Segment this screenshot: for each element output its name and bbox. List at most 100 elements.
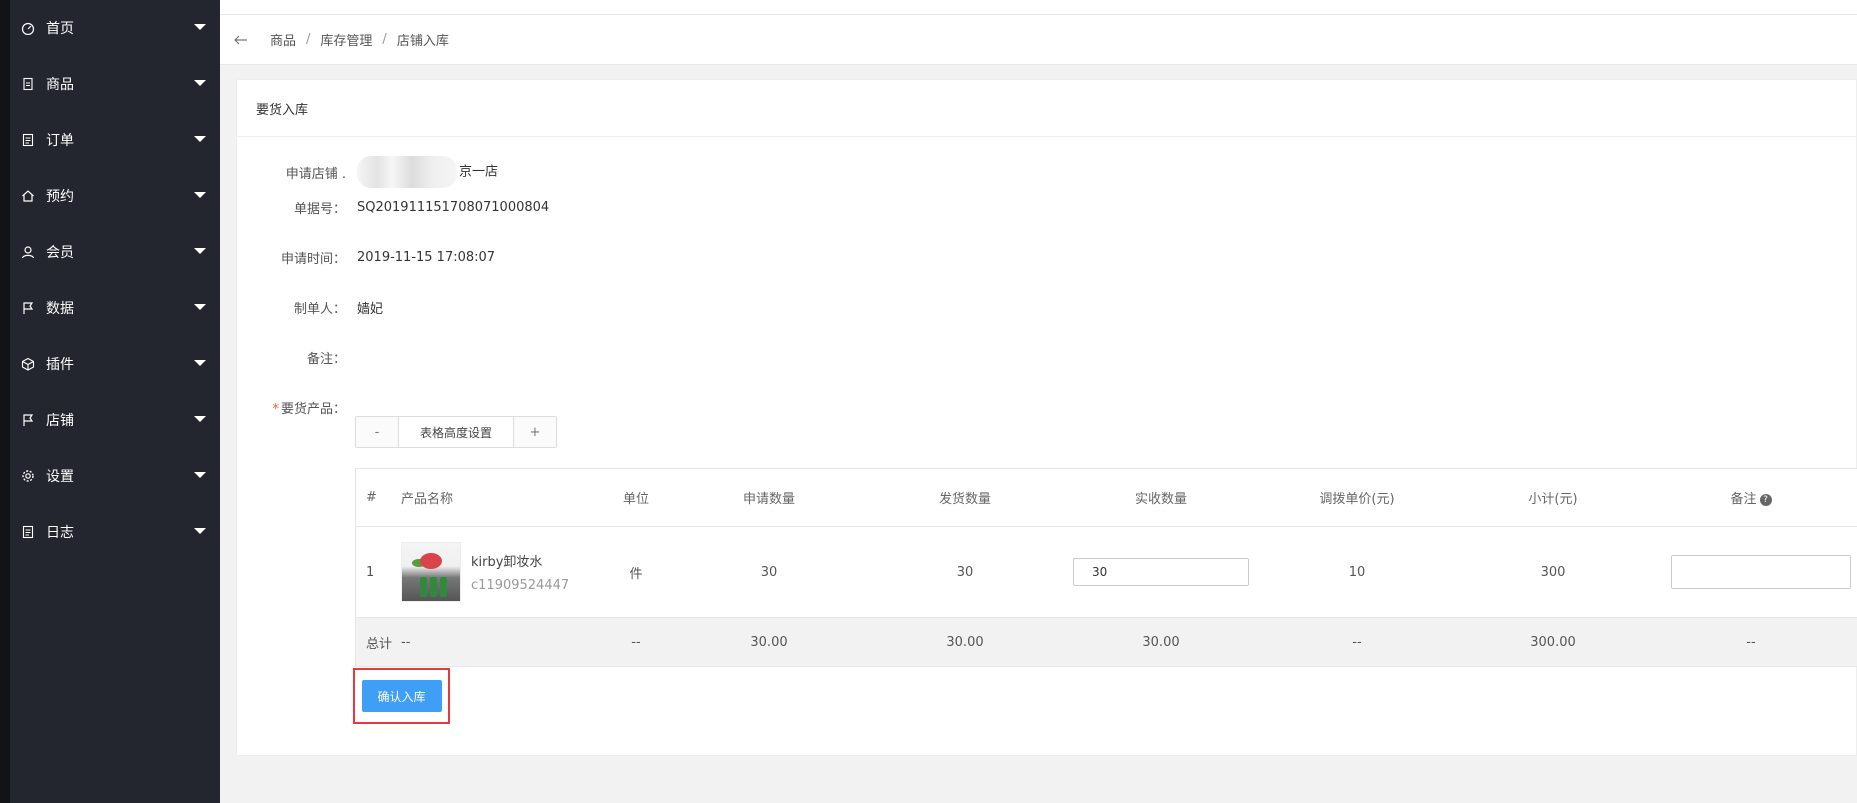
document-icon [20,76,36,92]
table-height-label: 表格高度设置 [398,417,514,447]
dashboard-icon [20,20,36,36]
sidebar-item-label: 订单 [46,133,74,149]
products-table: # 产品名称 单位 申请数量 发货数量 实收数量 调拨单价(元) 小计(元) 备… [355,468,1857,667]
total-unit: -- [631,634,641,650]
sidebar-item-logs[interactable]: 日志 [10,504,220,560]
time-row: 申请时间： 2019-11-15 17:08:07 [237,248,495,267]
total-received: 30.00 [1142,634,1180,650]
note-input[interactable] [1671,555,1851,589]
gear-icon [20,468,36,484]
chevron-down-icon [194,136,206,142]
table-row: 1 kirby卸妆水 c11909524447 件 30 30 30 10 30… [356,527,1857,618]
sidebar-item-label: 商品 [46,77,74,93]
row-price: 10 [1348,564,1366,580]
col-requested: 申请数量 [742,492,795,507]
card-title: 要货入库 [237,80,1856,137]
cube-icon [20,356,36,372]
sidebar-item-home[interactable]: 首页 [10,0,220,56]
products-label: * 要货产品： [272,402,346,417]
col-received: 实收数量 [1134,492,1187,507]
row-product: kirby卸妆水 c11909524447 [401,542,601,602]
breadcrumb: 商品 / 库存管理 / 店铺入库 [220,15,1857,65]
flag-icon [20,412,36,428]
breadcrumb-separator: / [306,32,311,47]
sidebar-edge [0,0,10,803]
total-label: 总计 [366,636,393,652]
sidebar-item-label: 首页 [46,21,74,37]
col-note: 备注? [1651,488,1851,507]
note-label: 备注： [306,352,346,367]
col-unit: 单位 [622,492,649,507]
total-price: -- [1352,634,1362,650]
order-no-value: SQ201911151708071000804 [357,200,550,215]
sidebar: 首页 商品 订单 预约 会员 数据 插件 店铺 设置 日志 [10,0,220,803]
sidebar-item-label: 数据 [46,301,74,317]
sidebar-item-label: 设置 [46,469,74,485]
sidebar-item-settings[interactable]: 设置 [10,448,220,504]
row-shipped: 30 [956,564,974,580]
row-received-cell [1063,558,1259,586]
home-icon [20,188,36,204]
col-index: # [366,490,377,505]
sidebar-item-stores[interactable]: 店铺 [10,392,220,448]
user-icon [20,244,36,260]
col-shipped: 发货数量 [938,492,991,507]
total-requested: 30.00 [750,634,788,650]
required-mark: * [272,402,279,417]
products-row: * 要货产品： [237,398,346,417]
breadcrumb-item-products[interactable]: 商品 [270,30,296,49]
chevron-down-icon [194,304,206,310]
product-name: kirby卸妆水 [471,555,543,570]
sidebar-item-products[interactable]: 商品 [10,56,220,112]
chevron-down-icon [194,192,206,198]
store-value: 京一店 [357,156,498,188]
time-value: 2019-11-15 17:08:07 [357,250,496,265]
sidebar-item-orders[interactable]: 订单 [10,112,220,168]
top-bar [220,0,1857,15]
sidebar-item-appointments[interactable]: 预约 [10,168,220,224]
confirm-highlight: 确认入库 [353,668,450,724]
breadcrumb-separator: / [382,32,387,47]
main-content: 商品 / 库存管理 / 店铺入库 要货入库 申请店铺 . 京一店 单据号： SQ… [220,0,1857,803]
total-name: -- [401,634,411,650]
col-price: 调拨单价(元) [1319,492,1395,507]
order-no-label: 单据号： [293,202,346,217]
breadcrumb-item-inventory[interactable]: 库存管理 [320,30,372,49]
confirm-stock-in-button[interactable]: 确认入库 [361,680,442,712]
total-note: -- [1746,634,1756,650]
chevron-down-icon [194,360,206,366]
redacted-region [357,156,457,188]
sidebar-item-label: 店铺 [46,413,74,429]
decrease-height-button[interactable]: - [356,417,398,447]
col-subtotal: 小计(元) [1528,492,1578,507]
total-subtotal: 300.00 [1530,634,1576,650]
order-no-row: 单据号： SQ201911151708071000804 [237,198,549,217]
sidebar-item-label: 预约 [46,189,74,205]
sidebar-item-label: 插件 [46,357,74,373]
maker-row: 制单人： 嫱妃 [237,298,383,317]
log-icon [20,524,36,540]
store-row: 申请店铺 . 京一店 [237,156,498,188]
chevron-down-icon [194,248,206,254]
row-unit: 件 [629,566,643,582]
increase-height-button[interactable]: + [514,417,556,447]
time-label: 申请时间： [280,252,346,267]
sidebar-item-plugins[interactable]: 插件 [10,336,220,392]
sidebar-item-members[interactable]: 会员 [10,224,220,280]
sidebar-item-data[interactable]: 数据 [10,280,220,336]
back-arrow-icon[interactable] [234,32,250,48]
maker-label: 制单人： [293,302,346,317]
flag-icon [20,300,36,316]
table-height-control: - 表格高度设置 + [355,416,557,448]
store-label: 申请店铺 . [285,166,346,182]
received-quantity-input[interactable] [1073,558,1249,586]
row-requested: 30 [760,564,778,580]
product-code: c11909524447 [471,578,570,593]
row-subtotal: 300 [1540,564,1566,580]
chevron-down-icon [194,80,206,86]
chevron-down-icon [194,416,206,422]
chevron-down-icon [194,472,206,478]
sidebar-item-label: 日志 [46,525,74,541]
note-row: 备注： [237,348,346,367]
help-icon[interactable]: ? [1759,493,1772,506]
